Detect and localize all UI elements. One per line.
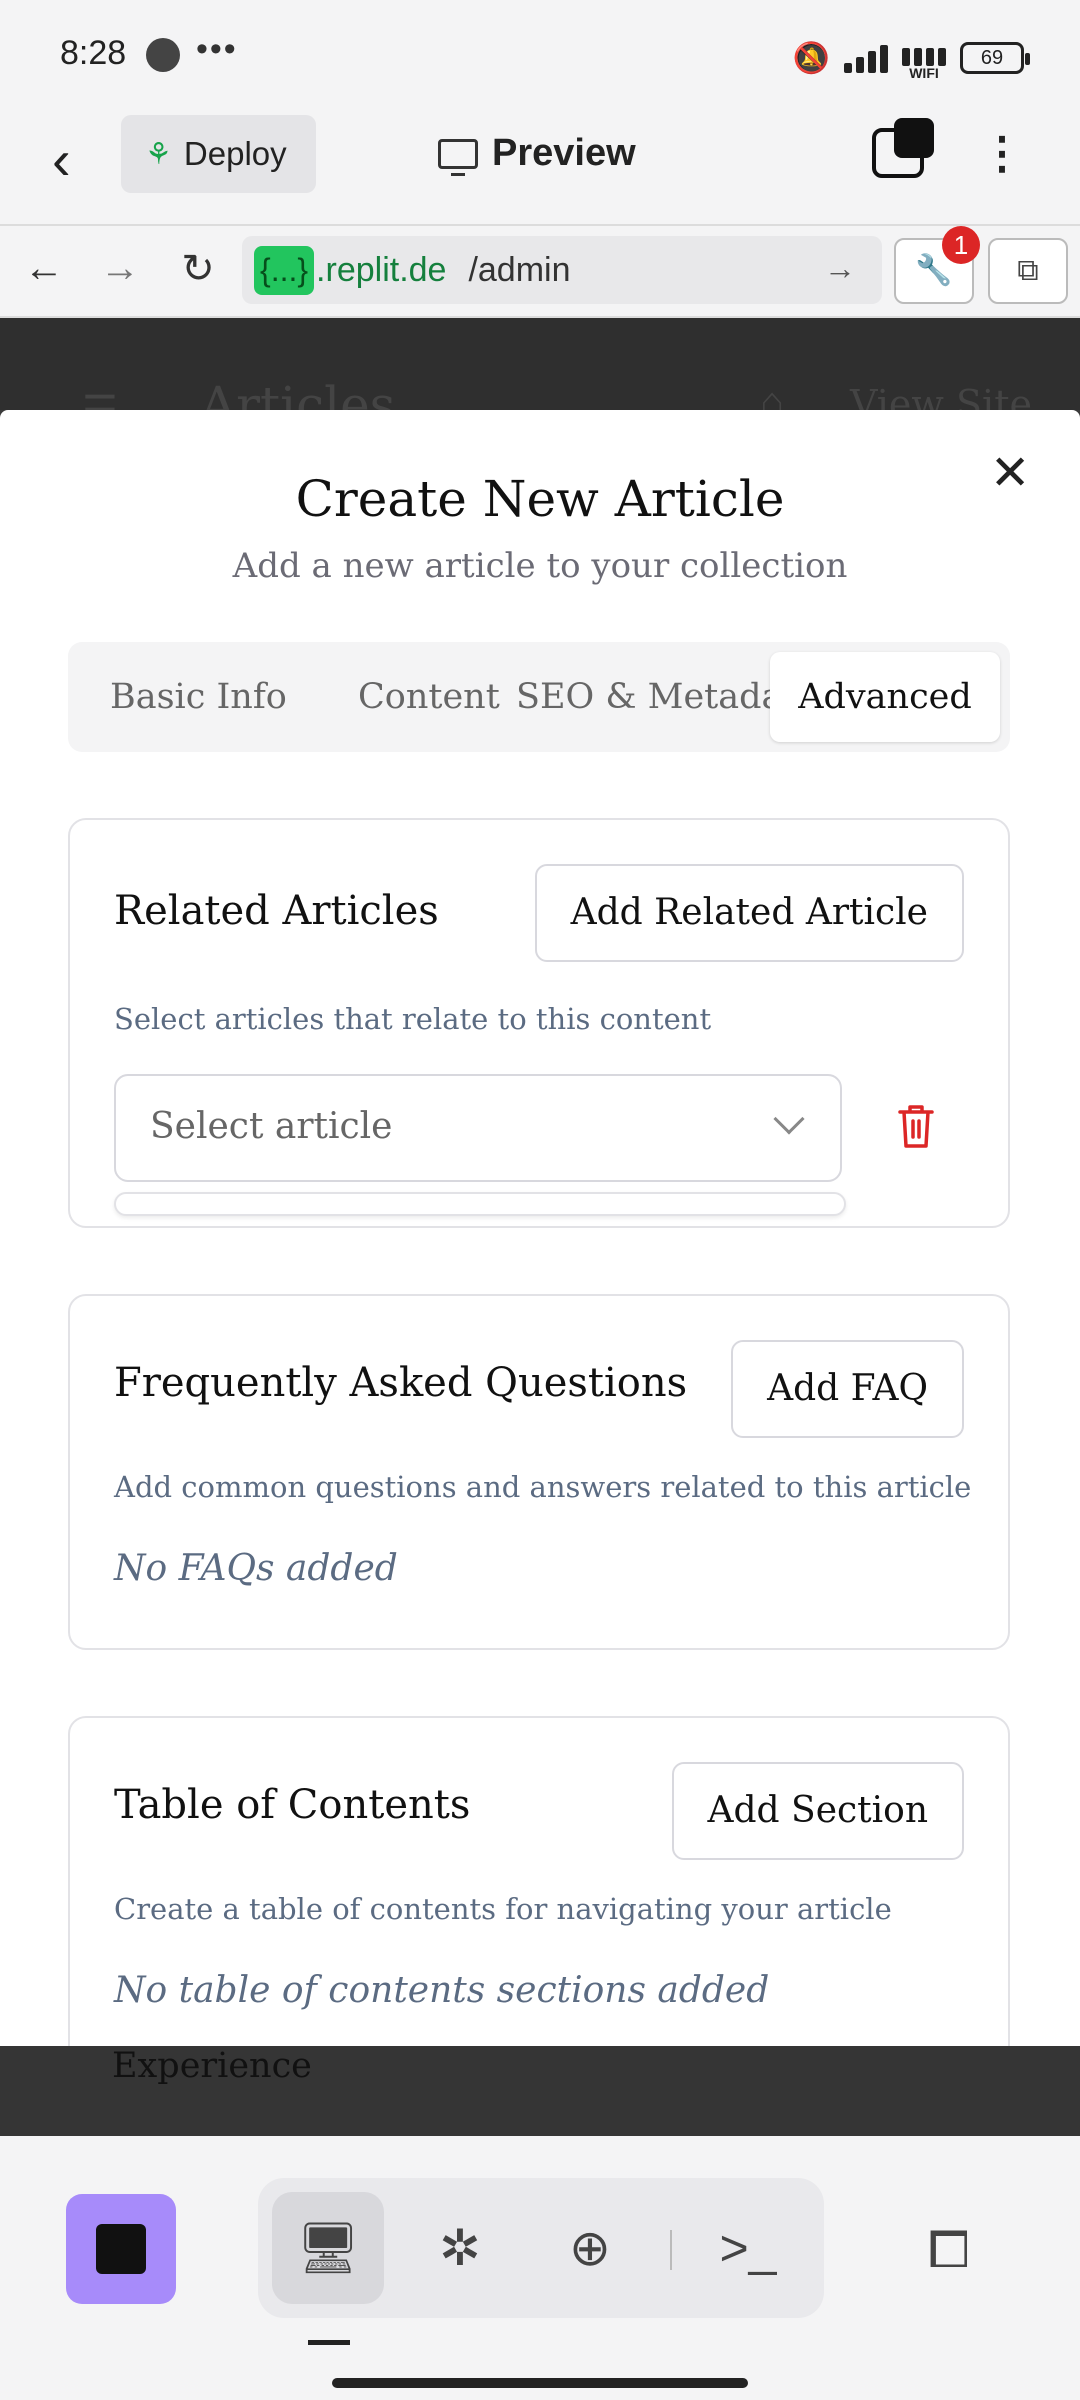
browser-forward-icon[interactable]: → [98, 246, 142, 291]
more-menu-icon[interactable]: ⋮ [980, 126, 1024, 186]
chevron-down-icon [773, 1103, 805, 1135]
agent-icon[interactable]: ✲ [404, 2192, 516, 2304]
home-indicator[interactable] [332, 2378, 748, 2388]
trash-icon[interactable] [896, 1102, 936, 1150]
go-arrow-icon[interactable]: → [824, 250, 856, 287]
bottom-nav: 🖥 ✲ ⊕ >_ ⧠ [0, 2136, 1080, 2400]
tabs-switcher-icon[interactable] [872, 118, 934, 178]
preview-tab[interactable]: Preview [438, 132, 636, 176]
faq-empty-state: No FAQs added [114, 1548, 398, 1589]
toc-card: Table of Contents Add Section Create a t… [68, 1716, 1010, 2046]
related-articles-card: Related Articles Add Related Article Sel… [68, 818, 1010, 1228]
preview-label: Preview [492, 132, 636, 174]
add-faq-button[interactable]: Add FAQ [731, 1340, 964, 1438]
status-icons: 🔕 WIFI 69 [792, 36, 1030, 80]
url-path: /admin [468, 250, 571, 289]
toc-empty-state: No table of contents sections added [114, 1970, 770, 2011]
mute-icon: 🔕 [792, 41, 830, 75]
tab-advanced[interactable]: Advanced [770, 652, 1000, 742]
nav-divider [670, 2230, 672, 2270]
toc-title: Table of Contents [114, 1782, 471, 1828]
deploy-label: Deploy [183, 135, 287, 172]
preview-monitor-icon[interactable]: 🖥 [272, 2192, 384, 2304]
devtools-button[interactable]: 🔧 1 [894, 226, 980, 304]
background-header: ☰ Articles ⌂ View Site [0, 318, 1080, 434]
url-host-tag: {...} [254, 245, 315, 295]
back-button[interactable]: ‹ [52, 130, 108, 194]
workspace-tools: 🖥 ✲ ⊕ >_ [258, 2178, 824, 2318]
reload-icon[interactable]: ↻ [176, 246, 220, 292]
toc-description: Create a table of contents for navigatin… [114, 1892, 892, 1926]
url-host: .replit.de [316, 250, 447, 289]
status-bar: 8:28 ••• 🔕 WIFI 69 [0, 0, 1080, 108]
tab-basic-info[interactable]: Basic Info [110, 652, 290, 742]
wrench-icon: 🔧 [915, 254, 953, 287]
terminal-icon[interactable]: >_ [692, 2192, 804, 2304]
signal-icon [844, 43, 888, 73]
select-article-placeholder: Select article [150, 1106, 393, 1147]
related-articles-description: Select articles that relate to this cont… [114, 1002, 712, 1036]
active-indicator [308, 2340, 350, 2345]
open-external-button[interactable]: ⧉ [988, 238, 1068, 304]
wifi-icon: WIFI [902, 36, 946, 80]
deploy-button[interactable]: ⚘ Deploy [121, 115, 316, 193]
telegram-icon [146, 38, 180, 72]
add-section-button[interactable]: Add Section [671, 1762, 964, 1860]
add-related-article-button[interactable]: Add Related Article [534, 864, 964, 962]
side-panel-icon[interactable]: ⧠ [928, 2220, 970, 2281]
tab-content[interactable]: Content [358, 652, 508, 742]
select-article-dropdown[interactable]: Select article [114, 1074, 842, 1182]
url-bar: ← → ↻ {...} .replit.de /admin → 🔧 1 ⧉ [0, 226, 1080, 318]
status-time: 8:28 [60, 34, 127, 72]
more-notifications-icon: ••• [196, 30, 238, 68]
faq-card: Frequently Asked Questions Add FAQ Add c… [68, 1294, 1010, 1650]
modal-subtitle: Add a new article to your collection [232, 546, 848, 586]
browser-back-icon[interactable]: ← [22, 246, 66, 291]
faq-description: Add common questions and answers related… [114, 1470, 972, 1504]
deploy-globe-icon[interactable]: ⊕ [534, 2192, 646, 2304]
tab-seo-metadata[interactable]: SEO & Metadat [516, 652, 778, 742]
modal-title: Create New Article [295, 470, 785, 528]
modal-tabs: Basic Info Content SEO & Metadat Advance… [68, 642, 1010, 752]
deploy-icon: ⚘ [145, 137, 172, 171]
monitor-icon [438, 138, 478, 176]
app-header: ‹ ⚘ Deploy Preview ⋮ [0, 108, 1080, 226]
related-articles-title: Related Articles [114, 888, 439, 934]
notification-badge: 1 [942, 226, 980, 264]
experience-section-peek: Experience [112, 2046, 312, 2086]
stop-button[interactable] [66, 2194, 176, 2304]
select-article-menu [114, 1192, 846, 1216]
faq-title: Frequently Asked Questions [114, 1360, 688, 1406]
create-article-modal: ✕ Create New Article Add a new article t… [0, 410, 1080, 2046]
battery-icon: 69 [960, 42, 1030, 74]
url-field[interactable]: {...} .replit.de /admin → [242, 236, 882, 304]
external-link-icon: ⧉ [1017, 254, 1039, 287]
